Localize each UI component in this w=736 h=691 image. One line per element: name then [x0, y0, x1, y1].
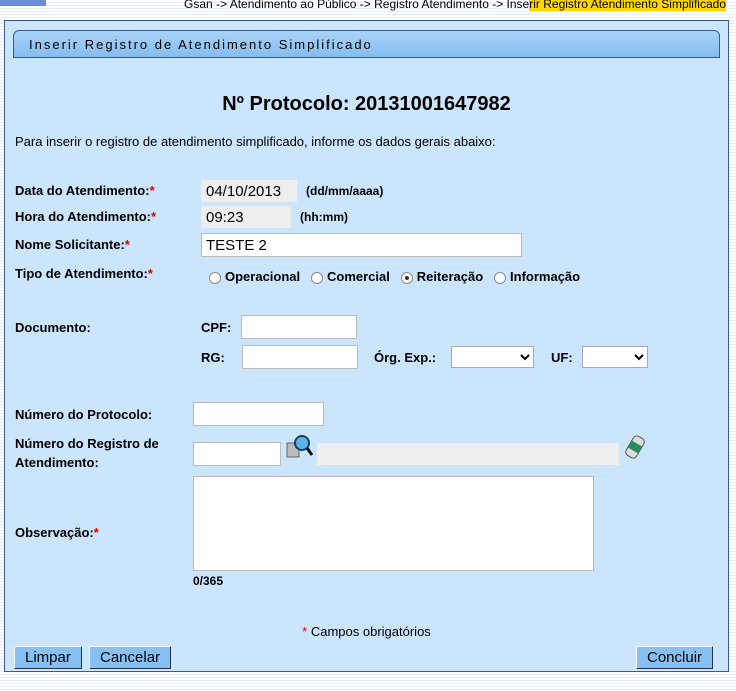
observacao-label: Observação:* — [15, 525, 99, 540]
num-protocolo-input[interactable] — [193, 402, 324, 426]
instructions: Para inserir o registro de atendimento s… — [15, 134, 496, 149]
tipo-label: Tipo de Atendimento:* — [15, 266, 153, 281]
required-note: * Campos obrigatórios — [302, 624, 431, 639]
radio-informacao[interactable]: Informação — [494, 269, 580, 284]
rg-label: RG: — [201, 350, 225, 365]
radio-comercial[interactable]: Comercial — [310, 269, 390, 284]
hora-hint: (hh:mm) — [300, 210, 348, 224]
cancelar-button[interactable]: Cancelar — [89, 646, 172, 669]
documento-label: Documento: — [15, 320, 91, 335]
rg-input[interactable] — [242, 345, 358, 369]
search-icon[interactable] — [286, 434, 314, 460]
page-title: Inserir Registro de Atendimento Simplifi… — [29, 37, 373, 52]
panel-title-bar: Inserir Registro de Atendimento Simplifi… — [13, 30, 720, 58]
num-registro-input[interactable] — [193, 442, 281, 466]
hora-label: Hora do Atendimento:* — [15, 209, 157, 224]
breadcrumb: Gsan -> Atendimento ao Público -> Regist… — [184, 0, 726, 11]
num-protocolo-label: Número do Protocolo: — [15, 407, 153, 422]
radio-reiteracao[interactable]: Reiteração — [400, 269, 483, 284]
protocol-number: Nº Protocolo: 20131001647982 — [222, 93, 511, 115]
cpf-input[interactable] — [241, 315, 357, 339]
form-panel: Inserir Registro de Atendimento Simplifi… — [4, 20, 729, 672]
tipo-radio-group: Operacional Comercial Reiteração Informa… — [209, 269, 580, 284]
uf-label: UF: — [551, 350, 573, 365]
eraser-icon[interactable] — [623, 434, 647, 460]
hora-atendimento-input[interactable] — [201, 206, 291, 228]
observacao-counter: 0/365 — [193, 574, 224, 588]
observacao-textarea[interactable] — [193, 476, 594, 571]
limpar-button[interactable]: Limpar — [14, 646, 82, 669]
uf-select[interactable] — [582, 346, 648, 368]
cpf-label: CPF: — [201, 320, 232, 335]
nome-label: Nome Solicitante:* — [15, 237, 130, 252]
data-atendimento-input[interactable] — [201, 180, 297, 202]
org-exp-select[interactable] — [451, 346, 534, 368]
radio-operacional[interactable]: Operacional — [209, 269, 300, 284]
org-exp-label: Órg. Exp.: — [374, 350, 437, 365]
data-hint: (dd/mm/aaaa) — [306, 184, 384, 198]
registro-description-field — [317, 443, 619, 465]
nome-solicitante-input[interactable] — [201, 233, 522, 257]
concluir-button[interactable]: Concluir — [636, 646, 714, 669]
num-registro-label: Número do Registro de Atendimento: — [15, 436, 159, 470]
data-label: Data do Atendimento:* — [15, 183, 155, 198]
